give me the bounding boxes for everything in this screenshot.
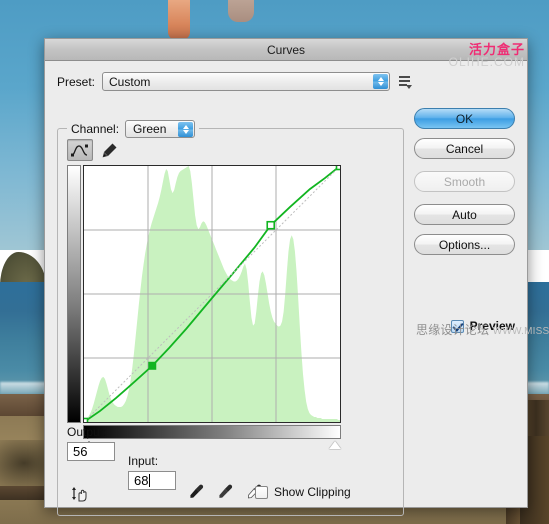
output-gradient-bar bbox=[67, 165, 81, 423]
channel-dropdown[interactable]: Green bbox=[125, 120, 196, 138]
dialog-body: Preset: Custom Channel: Green Output: 56… bbox=[45, 43, 549, 516]
input-gradient-bar bbox=[83, 425, 341, 439]
show-clipping-checkbox[interactable] bbox=[255, 485, 268, 499]
button-column: OK Cancel Smooth Auto Options... bbox=[414, 108, 515, 264]
preset-dropdown[interactable]: Custom bbox=[102, 72, 391, 91]
channel-stepper-icon[interactable] bbox=[178, 122, 194, 137]
move-point-cursor-icon bbox=[71, 484, 91, 509]
channel-group: Channel: Green Output: 56 Input: 68 Show… bbox=[57, 120, 404, 516]
input-value: 68 bbox=[134, 473, 149, 488]
curve-tool-icon bbox=[71, 144, 88, 156]
output-block: Output: 56 bbox=[67, 425, 115, 461]
dialog-titlebar[interactable]: Curves bbox=[45, 39, 527, 61]
curve-tools bbox=[67, 139, 119, 161]
output-label: Output: bbox=[67, 425, 107, 439]
show-clipping-label: Show Clipping bbox=[274, 485, 351, 499]
auto-button[interactable]: Auto bbox=[414, 204, 515, 225]
eyedropper-gray-point-button[interactable] bbox=[218, 484, 233, 504]
curve-tool-button[interactable] bbox=[67, 139, 93, 161]
preset-menu-icon[interactable] bbox=[399, 75, 413, 89]
eyedropper-black-point-button[interactable] bbox=[189, 484, 204, 504]
preset-row: Preset: Custom bbox=[57, 72, 527, 91]
preset-label: Preset: bbox=[57, 74, 96, 89]
curve-grid[interactable] bbox=[83, 165, 341, 423]
channel-legend: Channel: Green bbox=[67, 120, 200, 138]
curves-dialog: Curves Preset: Custom Channel: Green Out… bbox=[44, 38, 549, 516]
preset-stepper-icon[interactable] bbox=[373, 74, 389, 89]
input-input[interactable]: 68 bbox=[128, 471, 176, 490]
island-rock bbox=[0, 252, 46, 286]
smooth-button: Smooth bbox=[414, 171, 515, 192]
preview-checkbox[interactable] bbox=[450, 319, 464, 333]
cancel-button[interactable]: Cancel bbox=[414, 138, 515, 159]
pencil-tool-icon bbox=[102, 143, 116, 157]
output-value: 56 bbox=[73, 444, 88, 459]
ok-button[interactable]: OK bbox=[414, 108, 515, 129]
person-shoulder bbox=[228, 0, 254, 22]
screen: Curves Preset: Custom Channel: Green Out… bbox=[0, 0, 549, 524]
pencil-tool-button[interactable] bbox=[99, 140, 119, 160]
preset-value: Custom bbox=[109, 74, 151, 89]
person-arm bbox=[168, 0, 190, 40]
output-input[interactable]: 56 bbox=[67, 442, 115, 461]
show-clipping-row[interactable]: Show Clipping bbox=[255, 485, 351, 499]
eyedropper-group bbox=[189, 484, 262, 504]
input-block: Input: 68 bbox=[128, 454, 176, 490]
preview-label: Preview bbox=[469, 319, 515, 333]
dialog-title: Curves bbox=[266, 42, 305, 57]
text-caret bbox=[149, 474, 151, 487]
input-label: Input: bbox=[128, 454, 159, 468]
preview-row[interactable]: Preview bbox=[450, 319, 515, 333]
channel-label: Channel: bbox=[71, 122, 120, 136]
white-point-slider[interactable] bbox=[329, 441, 341, 449]
curve-plot[interactable] bbox=[84, 166, 340, 422]
options-button[interactable]: Options... bbox=[414, 234, 515, 255]
